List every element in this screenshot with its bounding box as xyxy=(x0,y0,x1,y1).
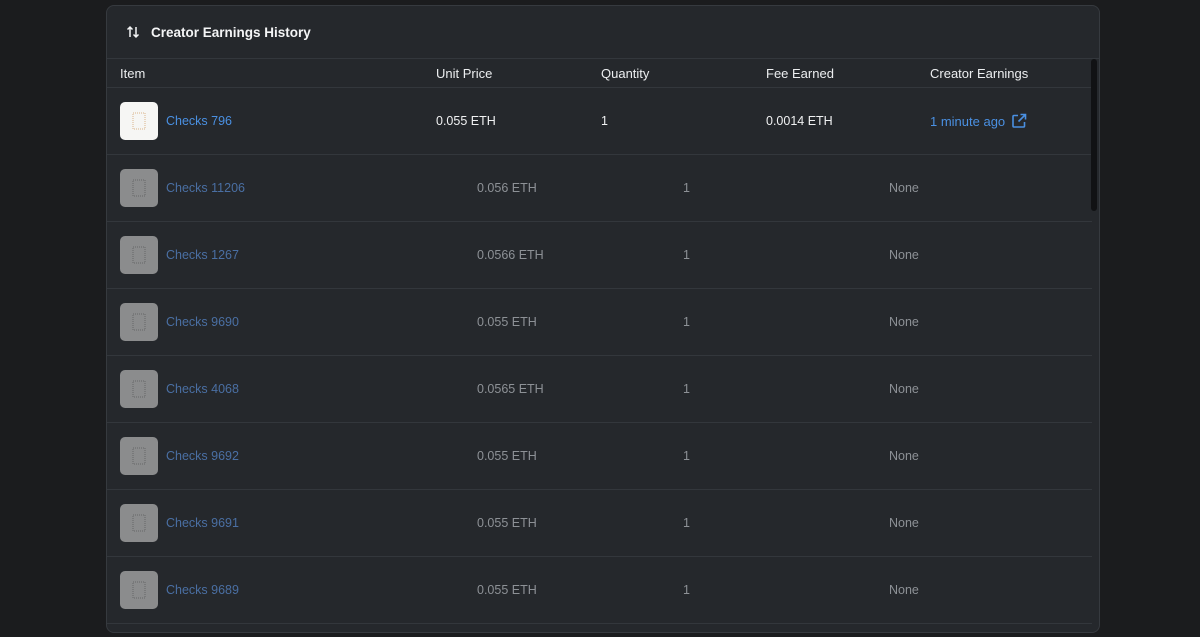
quantity: 1 xyxy=(683,516,690,530)
quantity: 1 xyxy=(683,181,690,195)
item-cell: Checks 9691 xyxy=(120,504,239,542)
item-cell: Checks 1267 xyxy=(120,236,239,274)
quantity: 1 xyxy=(683,583,690,597)
nft-thumbnail[interactable] xyxy=(120,370,158,408)
nft-thumbnail[interactable] xyxy=(120,102,158,140)
table-row[interactable]: Checks 4068 0.0565 ETH 1 None xyxy=(107,356,1092,423)
item-link[interactable]: Checks 9691 xyxy=(166,516,239,530)
nft-thumbnail[interactable] xyxy=(120,571,158,609)
creator-earnings: None xyxy=(889,315,919,329)
item-link[interactable]: Checks 1267 xyxy=(166,248,239,262)
nft-thumbnail[interactable] xyxy=(120,437,158,475)
nft-thumbnail[interactable] xyxy=(120,504,158,542)
nft-thumbnail[interactable] xyxy=(120,169,158,207)
table-row[interactable]: Checks 9690 0.055 ETH 1 None xyxy=(107,289,1092,356)
unit-price: 0.055 ETH xyxy=(477,583,537,597)
creator-earnings: None xyxy=(889,449,919,463)
quantity: 1 xyxy=(683,449,690,463)
item-link[interactable]: Checks 11206 xyxy=(166,181,245,195)
item-cell: Checks 4068 xyxy=(120,370,239,408)
item-link[interactable]: Checks 796 xyxy=(166,114,232,128)
item-cell: Checks 796 xyxy=(120,102,232,140)
unit-price: 0.0565 ETH xyxy=(477,382,544,396)
quantity: 1 xyxy=(683,315,690,329)
earnings-time: 1 minute ago xyxy=(930,113,1006,129)
table-row[interactable]: Checks 9691 0.055 ETH 1 None xyxy=(107,490,1092,557)
unit-price: 0.055 ETH xyxy=(477,449,537,463)
unit-price: 0.0566 ETH xyxy=(477,248,544,262)
table-row[interactable]: Checks 796 0.055 ETH 1 0.0014 ETH 1 minu… xyxy=(107,88,1092,155)
quantity: 1 xyxy=(683,248,690,262)
item-cell: Checks 11206 xyxy=(120,169,245,207)
fee-earned: 0.0014 ETH xyxy=(766,114,833,128)
creator-earnings: None xyxy=(889,382,919,396)
item-link[interactable]: Checks 9690 xyxy=(166,315,239,329)
nft-thumbnail[interactable] xyxy=(120,236,158,274)
creator-earnings: None xyxy=(889,583,919,597)
scrollbar-thumb[interactable] xyxy=(1091,59,1097,211)
table-row[interactable]: Checks 9692 0.055 ETH 1 None xyxy=(107,423,1092,490)
item-cell: Checks 9692 xyxy=(120,437,239,475)
earnings-time-link[interactable]: 1 minute ago xyxy=(930,113,1027,129)
panel-header: Creator Earnings History xyxy=(107,6,1099,59)
unit-price: 0.056 ETH xyxy=(477,181,537,195)
quantity: 1 xyxy=(601,114,608,128)
external-link-icon[interactable] xyxy=(1011,113,1027,129)
column-header-fee-earned: Fee Earned xyxy=(766,65,834,81)
table-row[interactable]: Checks 11206 0.056 ETH 1 None xyxy=(107,155,1092,222)
column-header-item: Item xyxy=(120,65,146,81)
item-cell: Checks 9690 xyxy=(120,303,239,341)
table-row[interactable]: Checks 1267 0.0566 ETH 1 None xyxy=(107,222,1092,289)
column-header-unit-price: Unit Price xyxy=(436,65,493,81)
creator-earnings: None xyxy=(889,516,919,530)
item-cell: Checks 9689 xyxy=(120,571,239,609)
nft-thumbnail[interactable] xyxy=(120,303,158,341)
unit-price: 0.055 ETH xyxy=(477,516,537,530)
column-header-creator-earnings: Creator Earnings xyxy=(930,65,1029,81)
creator-earnings: None xyxy=(889,181,919,195)
table-row[interactable]: Checks 9689 0.055 ETH 1 None xyxy=(107,557,1092,624)
item-link[interactable]: Checks 9692 xyxy=(166,449,239,463)
unit-price: 0.055 ETH xyxy=(477,315,537,329)
swap-vertical-icon xyxy=(125,24,141,40)
unit-price: 0.055 ETH xyxy=(436,114,496,128)
column-header-quantity: Quantity xyxy=(601,65,650,81)
creator-earnings: None xyxy=(889,248,919,262)
panel-title: Creator Earnings History xyxy=(151,24,311,40)
earnings-table: Item Unit Price Quantity Fee Earned Crea… xyxy=(107,59,1092,624)
item-link[interactable]: Checks 9689 xyxy=(166,583,239,597)
quantity: 1 xyxy=(683,382,690,396)
scrollbar[interactable] xyxy=(1091,59,1097,632)
table-header: Item Unit Price Quantity Fee Earned Crea… xyxy=(107,59,1092,88)
item-link[interactable]: Checks 4068 xyxy=(166,382,239,396)
creator-earnings-panel: Creator Earnings History Item Unit Price… xyxy=(106,5,1100,633)
